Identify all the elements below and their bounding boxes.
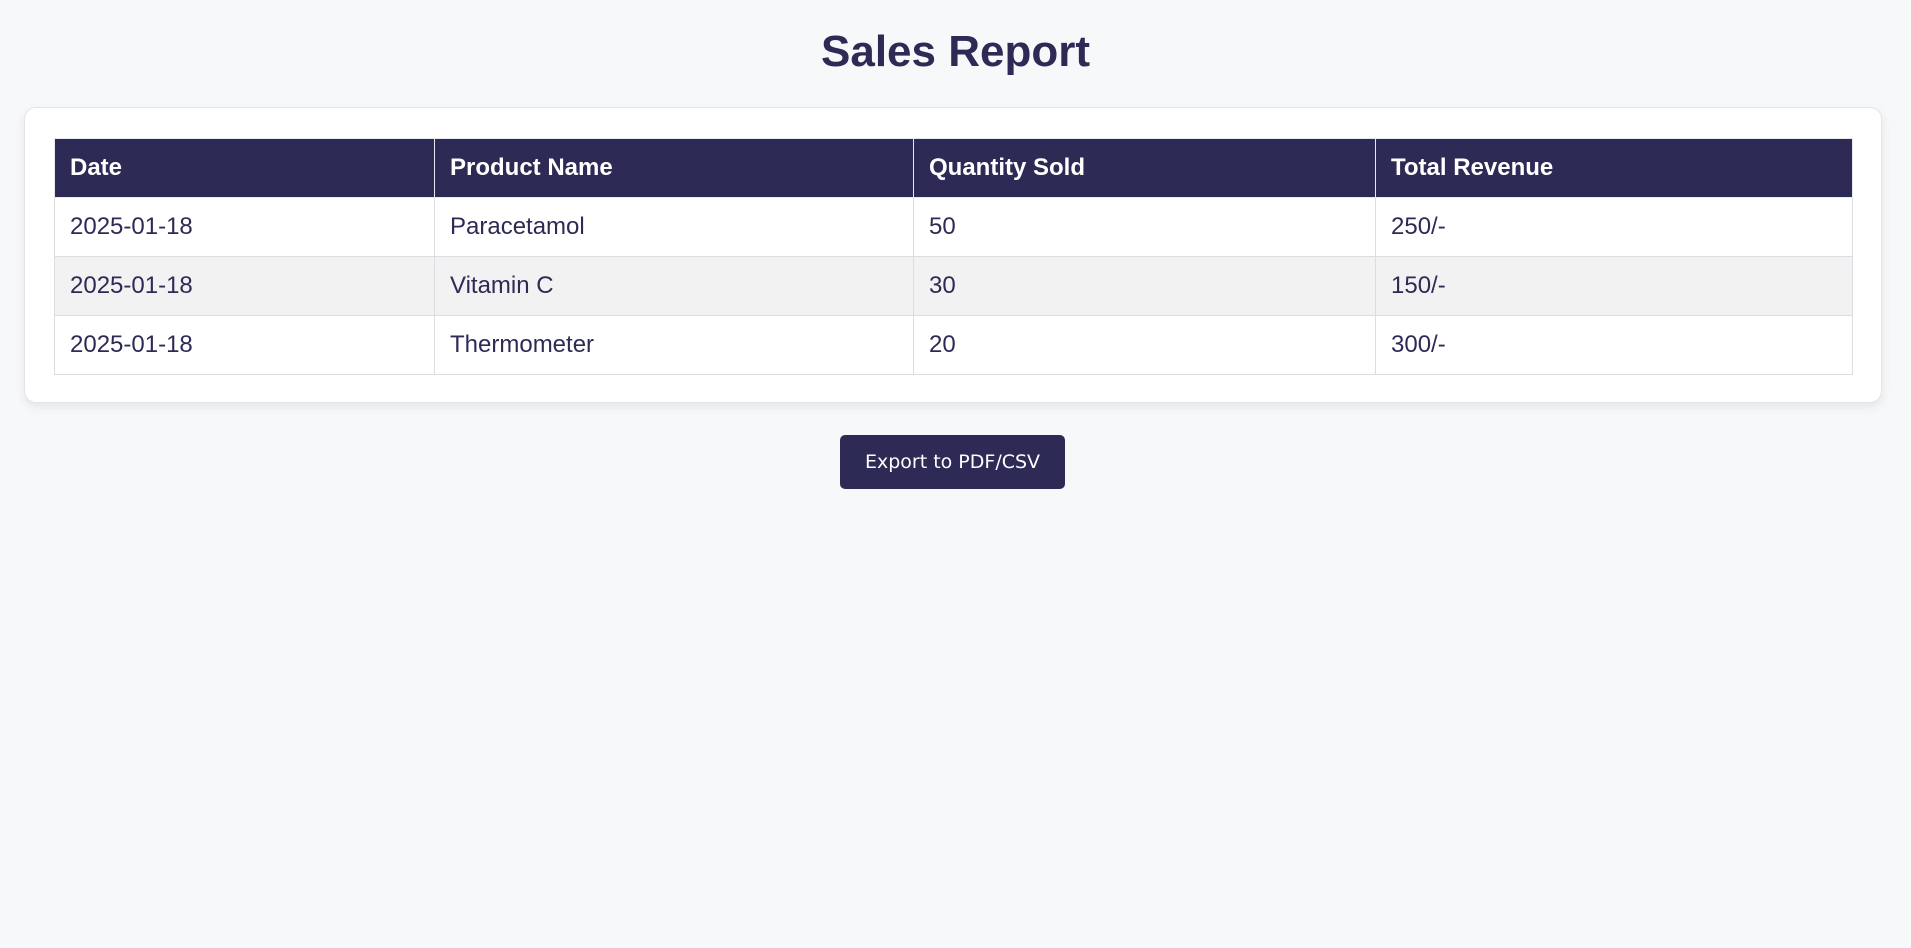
cell-date: 2025-01-18 <box>54 197 435 257</box>
export-button[interactable]: Export to PDF/CSV <box>840 435 1065 489</box>
cell-product-name: Paracetamol <box>434 197 914 257</box>
column-header-date: Date <box>54 138 435 198</box>
column-header-total-revenue: Total Revenue <box>1375 138 1853 198</box>
cell-quantity-sold: 30 <box>913 256 1376 316</box>
table-body: 2025-01-18 Paracetamol 50 250/- 2025-01-… <box>54 197 1853 375</box>
table-row: 2025-01-18 Vitamin C 30 150/- <box>54 256 1853 316</box>
table-row: 2025-01-18 Paracetamol 50 250/- <box>54 197 1853 257</box>
page: Sales Report Date Product Name Quantity … <box>0 0 1911 948</box>
cell-quantity-sold: 50 <box>913 197 1376 257</box>
cell-total-revenue: 250/- <box>1375 197 1853 257</box>
cell-date: 2025-01-18 <box>54 315 435 375</box>
cell-date: 2025-01-18 <box>54 256 435 316</box>
column-header-quantity-sold: Quantity Sold <box>913 138 1376 198</box>
table-header: Date Product Name Quantity Sold Total Re… <box>54 138 1853 198</box>
header-row: Date Product Name Quantity Sold Total Re… <box>54 138 1853 198</box>
column-header-product-name: Product Name <box>434 138 914 198</box>
sales-table: Date Product Name Quantity Sold Total Re… <box>54 138 1853 375</box>
cell-total-revenue: 300/- <box>1375 315 1853 375</box>
cell-product-name: Thermometer <box>434 315 914 375</box>
cell-product-name: Vitamin C <box>434 256 914 316</box>
page-title: Sales Report <box>821 27 1090 76</box>
cell-total-revenue: 150/- <box>1375 256 1853 316</box>
cell-quantity-sold: 20 <box>913 315 1376 375</box>
report-card: Date Product Name Quantity Sold Total Re… <box>24 107 1882 403</box>
table-row: 2025-01-18 Thermometer 20 300/- <box>54 315 1853 375</box>
